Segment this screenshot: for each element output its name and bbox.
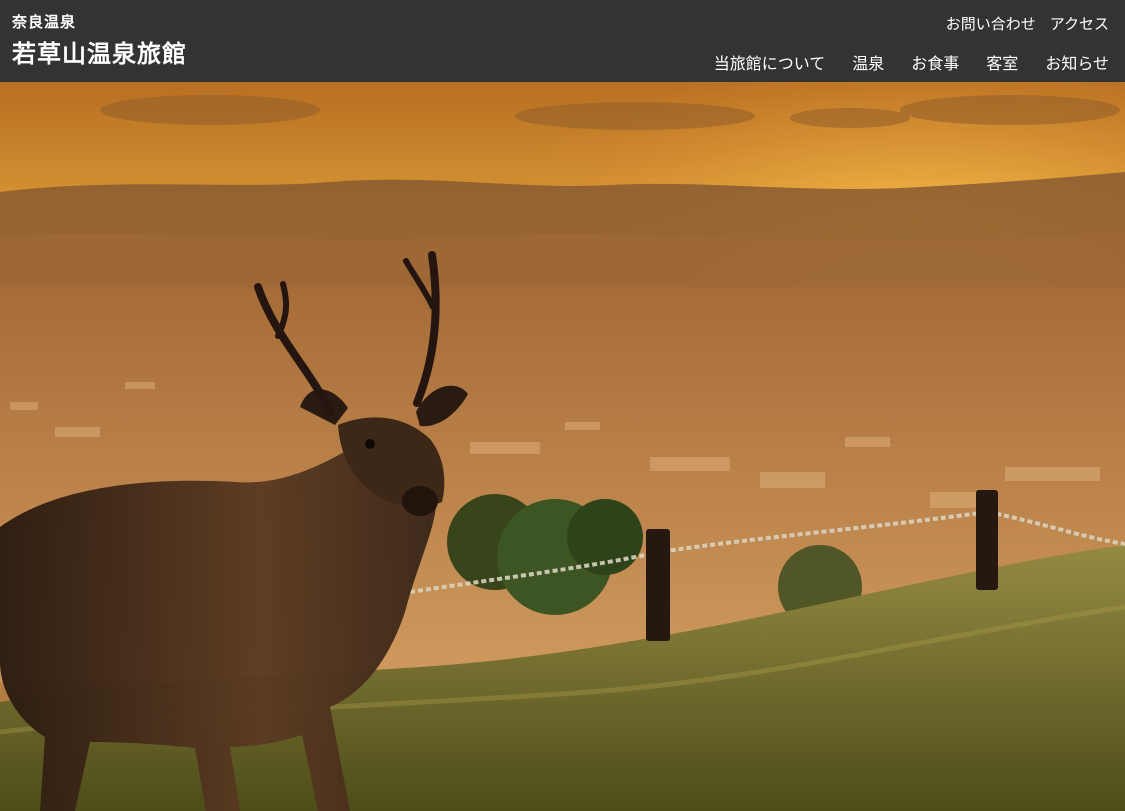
site-title[interactable]: 若草山温泉旅館: [12, 34, 187, 69]
site-header: 奈良温泉 若草山温泉旅館 お問い合わせ アクセス 当旅館について 温泉 お食事 …: [0, 0, 1125, 82]
contact-link[interactable]: お問い合わせ: [946, 13, 1036, 34]
access-link[interactable]: アクセス: [1050, 13, 1109, 34]
fence-post: [976, 490, 998, 590]
deer-sunset-illustration: [0, 82, 1125, 811]
nav-item-about[interactable]: 当旅館について: [714, 50, 826, 74]
utility-nav: お問い合わせ アクセス: [946, 13, 1109, 34]
fence-post: [646, 529, 670, 641]
nav-item-hot-spring[interactable]: 温泉: [852, 50, 884, 74]
nav-item-dining[interactable]: お食事: [911, 50, 959, 74]
hero-image: [0, 82, 1125, 811]
main-nav: 当旅館について 温泉 お食事 客室 お知らせ: [714, 50, 1109, 74]
nav-item-rooms[interactable]: 客室: [986, 50, 1018, 74]
nav-item-news[interactable]: お知らせ: [1045, 50, 1109, 74]
site-subtitle: 奈良温泉: [12, 13, 77, 31]
